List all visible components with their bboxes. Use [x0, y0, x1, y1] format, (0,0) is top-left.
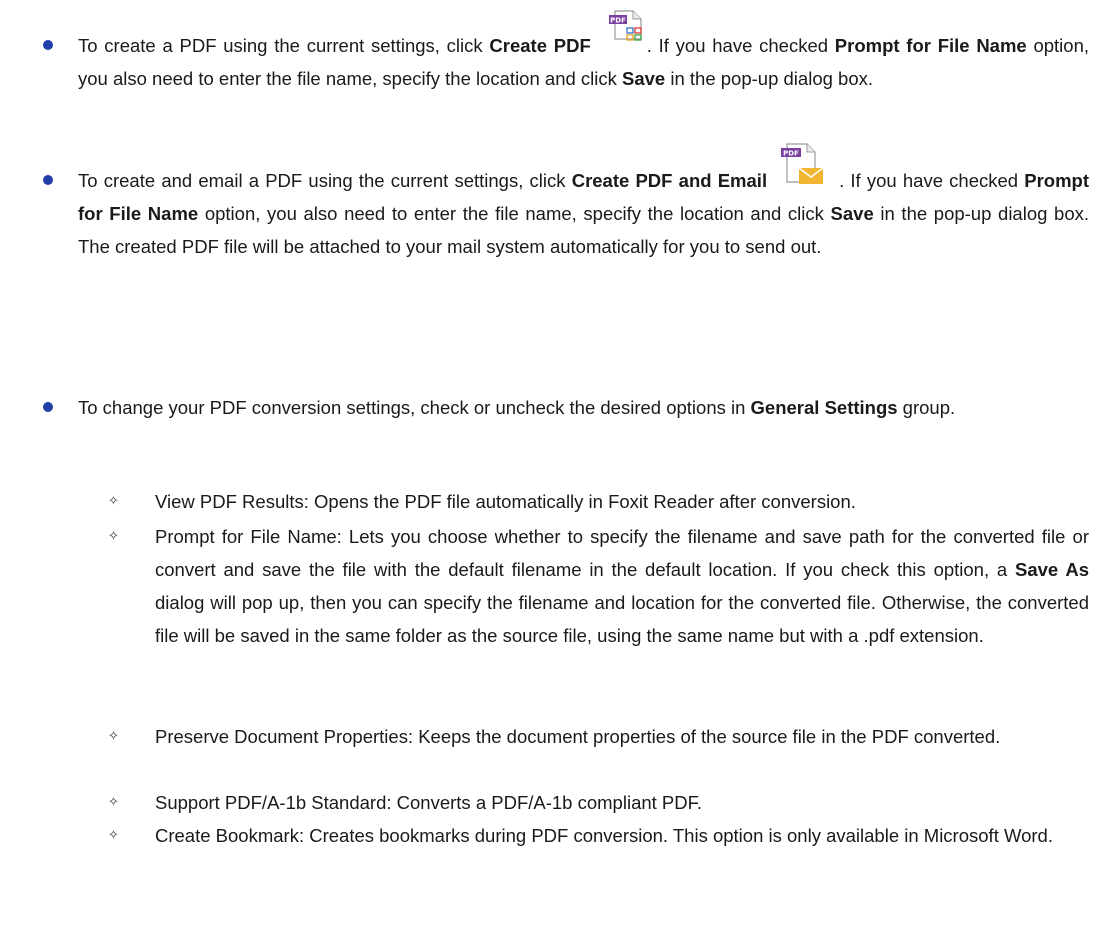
general-settings-label: General Settings — [750, 397, 898, 418]
save-label: Save — [622, 68, 666, 89]
diamond-bullet-icon: ✧ — [108, 494, 119, 509]
text: To create a PDF using the current settin… — [78, 35, 490, 56]
text: dialog will pop up, then you can specify… — [155, 592, 1089, 646]
save-label: Save — [830, 203, 874, 224]
create-pdf-label: Create PDF — [489, 35, 591, 56]
create-pdf-email-label: Create PDF and Email — [571, 170, 768, 191]
bullet-dot — [43, 175, 53, 185]
svg-text:PDF: PDF — [610, 17, 626, 25]
option-description: Preserve Document Properties: Keeps the … — [155, 726, 1001, 747]
diamond-bullet-icon: ✧ — [108, 729, 119, 744]
save-as-label: Save As — [1015, 559, 1089, 580]
text: To create and email a PDF using the curr… — [78, 170, 572, 191]
bullet-dot — [43, 40, 53, 50]
svg-text:PDF: PDF — [783, 150, 799, 158]
option-description: View PDF Results: Opens the PDF file aut… — [155, 491, 856, 512]
text: group. — [897, 397, 956, 418]
text: in the pop-up dialog box. — [665, 68, 873, 89]
bullet-dot — [43, 402, 53, 412]
diamond-bullet-icon: ✧ — [108, 529, 119, 544]
text: option, you also need to enter the file … — [198, 203, 831, 224]
paragraph: To create and email a PDF using the curr… — [78, 143, 1089, 263]
option-description: Support PDF/A-1b Standard: Converts a PD… — [155, 792, 703, 813]
text: . If you have checked — [646, 35, 835, 56]
create-pdf-email-icon-graphic: PDF — [781, 143, 824, 184]
option-description: Prompt for File Name: Lets you choose wh… — [155, 520, 1089, 652]
text: . If you have checked — [839, 170, 1025, 191]
option-name: Prompt for File Name — [834, 35, 1027, 56]
diamond-bullet-icon: ✧ — [108, 828, 119, 843]
paragraph: To change your PDF conversion settings, … — [78, 391, 1089, 424]
create-pdf-icon-graphic: PDF — [608, 10, 642, 41]
diamond-bullet-icon: ✧ — [108, 795, 119, 810]
create-pdf-email-icon: PDF — [781, 143, 825, 197]
create-pdf-icon: PDF — [608, 10, 645, 62]
option-description: Create Bookmark: Creates bookmarks durin… — [155, 825, 1053, 846]
text: Prompt for File Name: Lets you choose wh… — [155, 526, 1089, 580]
text: To change your PDF conversion settings, … — [78, 397, 751, 418]
paragraph: To create a PDF using the current settin… — [78, 10, 1089, 95]
